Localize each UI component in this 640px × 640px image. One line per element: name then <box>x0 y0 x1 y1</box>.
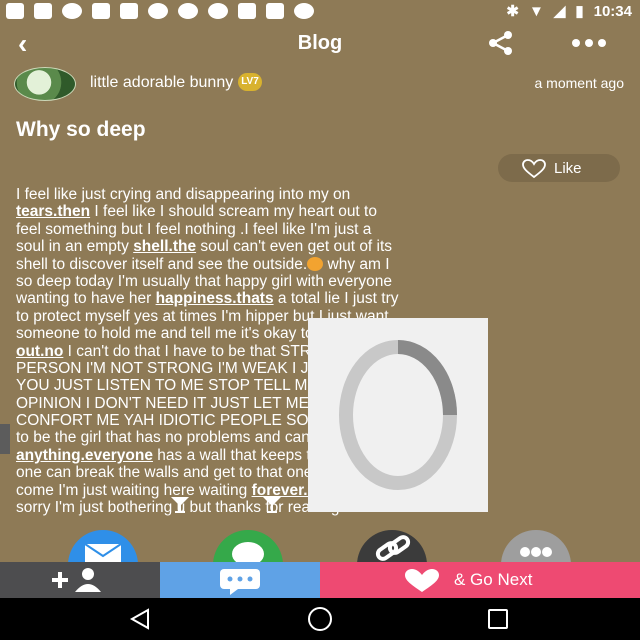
facebook-icon <box>34 3 52 19</box>
add-friend-icon <box>52 568 101 592</box>
more-icon[interactable] <box>572 39 606 47</box>
status-bar: ✱ ▼ ◢ ▮ 10:34 <box>0 0 640 24</box>
post-body-line: soul in an empty shell.the soul can't ev… <box>16 238 628 255</box>
airplane-icon <box>238 3 256 19</box>
email-icon <box>84 543 122 566</box>
post-text: a total lie I just try <box>273 290 399 308</box>
skype-icon <box>62 3 82 19</box>
email-share-button[interactable] <box>68 530 138 566</box>
dot-icon <box>294 3 314 19</box>
airplane-icon <box>266 3 284 19</box>
link-share-button[interactable] <box>357 530 427 566</box>
app-bar: ‹ Blog <box>0 24 640 64</box>
chat-icon <box>232 542 264 566</box>
link-icon <box>375 535 411 561</box>
post-body-line: wanting to have her happiness.thats a to… <box>16 290 628 307</box>
more-icon <box>520 547 552 557</box>
post-text: I feel like I should scream my heart out… <box>90 203 377 221</box>
share-icon[interactable] <box>486 30 516 56</box>
hashtag-link[interactable]: out.no <box>16 343 63 360</box>
post-text: soul in an empty <box>16 238 134 256</box>
hashtag-link[interactable]: happiness.thats <box>156 290 274 307</box>
dot-icon <box>178 3 198 19</box>
post-body-line: so deep today I'm usually that happy gir… <box>16 273 628 290</box>
post-body-line: tears.then I feel like I should scream m… <box>16 203 628 220</box>
signal-icon: ◢ <box>553 3 566 20</box>
chat-button[interactable] <box>160 562 320 598</box>
trophy-icon[interactable] <box>170 496 190 514</box>
facebook-icon <box>120 3 138 19</box>
bottom-nav: & Go Next <box>0 562 640 598</box>
post-text: soul can't even get out of its <box>196 238 393 256</box>
post-time: a moment ago <box>534 75 625 91</box>
loading-overlay <box>308 318 488 512</box>
chat-share-button[interactable] <box>213 530 283 566</box>
level-badge: LV7 <box>238 73 262 91</box>
battery-icon: ▮ <box>575 3 584 20</box>
airplane-icon <box>92 3 110 19</box>
post-body-line: feel something but I feel nothing .I fee… <box>16 221 628 238</box>
heart-icon <box>522 159 546 179</box>
post-text: CONFORT ME YAH IDIOTIC PEOPLE SO I have <box>16 412 356 430</box>
dot-icon <box>208 3 228 19</box>
system-nav-bar <box>0 598 640 640</box>
page-title: Blog <box>297 32 343 54</box>
go-next-button[interactable]: & Go Next <box>320 562 640 598</box>
heart-icon <box>405 569 439 592</box>
edge-handle[interactable] <box>0 424 10 454</box>
author-row: little adorable bunny LV7 a moment ago <box>14 64 626 104</box>
recents-nav-icon[interactable] <box>486 608 510 630</box>
post-body-line: shell to discover itself and see the out… <box>16 256 628 273</box>
avatar[interactable] <box>14 67 76 101</box>
wifi-icon: ▼ <box>528 2 544 20</box>
post-body-line: I feel like just crying and disappearing… <box>16 186 628 203</box>
go-next-label: & Go Next <box>454 570 533 589</box>
home-nav-icon[interactable] <box>306 606 334 632</box>
post-text: so deep today I'm usually that happy gir… <box>16 272 393 290</box>
notification-icons <box>6 3 314 19</box>
message-icon <box>6 3 24 19</box>
author-name[interactable]: little adorable bunny <box>90 74 233 92</box>
emoji-icon <box>307 256 324 271</box>
post-title: Why so deep <box>16 118 146 141</box>
chat-icon <box>220 569 260 595</box>
like-label: Like <box>554 160 582 177</box>
hashtag-link[interactable]: anything.everyone <box>16 447 153 464</box>
post-text: feel something but I feel nothing .I fee… <box>16 220 372 238</box>
trophy-icon[interactable] <box>262 496 282 514</box>
bluetooth-icon: ✱ <box>506 3 519 20</box>
post-text: wanting to have her <box>16 290 156 308</box>
post-text: come I'm just waiting here waiting <box>16 481 252 499</box>
dot-icon <box>148 3 168 19</box>
status-right: ✱ ▼ ◢ ▮ 10:34 <box>506 2 632 21</box>
post-text: why am I <box>323 255 390 273</box>
add-friend-button[interactable] <box>0 562 160 598</box>
back-nav-icon[interactable] <box>128 608 152 630</box>
hashtag-link[interactable]: shell.the <box>133 238 196 255</box>
hashtag-link[interactable]: tears.then <box>16 203 90 220</box>
clock: 10:34 <box>593 2 632 20</box>
like-button[interactable]: Like <box>498 154 620 182</box>
share-actions <box>0 530 640 566</box>
loading-spinner-icon <box>339 340 457 490</box>
post-text: I feel like just crying and disappearing… <box>16 186 351 203</box>
post-text: shell to discover itself and see the out… <box>16 255 308 273</box>
more-share-button[interactable] <box>501 530 571 566</box>
